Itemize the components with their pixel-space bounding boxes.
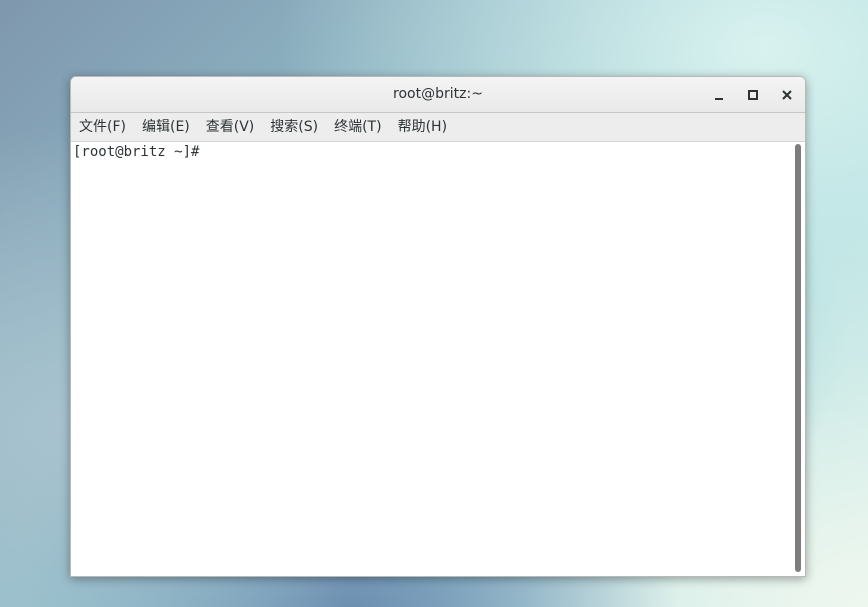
maximize-button[interactable]	[742, 84, 764, 106]
close-button[interactable]	[776, 84, 798, 106]
menu-terminal[interactable]: 终端(T)	[329, 113, 386, 141]
minimize-icon	[715, 98, 723, 100]
scrollbar-thumb[interactable]	[795, 144, 801, 572]
menu-help[interactable]: 帮助(H)	[393, 113, 452, 141]
close-icon	[782, 90, 792, 100]
menu-bar: 文件(F) 编辑(E) 查看(V) 搜索(S) 终端(T) 帮助(H)	[71, 113, 805, 142]
menu-edit[interactable]: 编辑(E)	[137, 113, 195, 141]
terminal-window: root@britz:~ 文件(F) 编辑(E) 查看(V) 搜索(S) 终端(…	[70, 76, 806, 577]
menu-search[interactable]: 搜索(S)	[265, 113, 323, 141]
title-bar[interactable]: root@britz:~	[71, 77, 805, 113]
scrollbar[interactable]	[793, 142, 805, 576]
minimize-button[interactable]	[708, 84, 730, 106]
window-title: root@britz:~	[393, 86, 483, 102]
shell-prompt: [root@britz ~]#	[73, 144, 208, 160]
terminal-area[interactable]: [root@britz ~]#	[71, 142, 793, 576]
menu-view[interactable]: 查看(V)	[201, 113, 260, 141]
menu-file[interactable]: 文件(F)	[74, 113, 131, 141]
maximize-icon	[748, 90, 758, 100]
